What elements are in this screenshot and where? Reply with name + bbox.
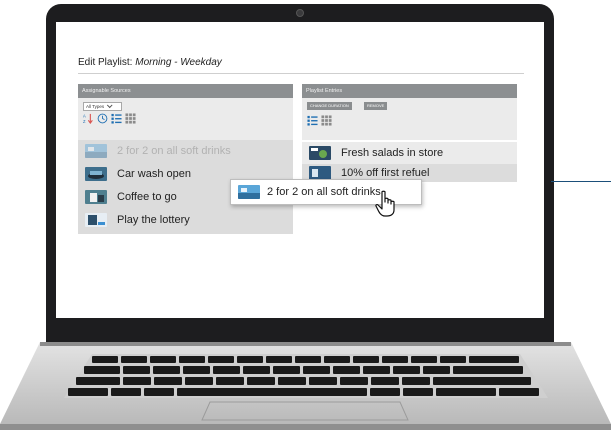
car-wash-thumbnail (85, 167, 107, 181)
lottery-thumbnail (85, 213, 107, 227)
coffee-thumbnail (85, 190, 107, 204)
assignable-sources-header: Assignable Sources (78, 84, 293, 98)
playlist-name: Morning - Weekday (135, 57, 222, 68)
svg-text:A: A (83, 114, 86, 119)
drinks-thumbnail (238, 185, 260, 199)
webcam (296, 9, 304, 17)
list-item-label: Car wash open (117, 168, 191, 180)
remove-button[interactable]: REMOVE (364, 102, 388, 110)
list-item-label: Coffee to go (117, 191, 177, 203)
drag-preview-label: 2 for 2 on all soft drinks (267, 186, 381, 198)
drinks-thumbnail (85, 144, 107, 158)
callout-line (551, 181, 611, 182)
grid-view-icon[interactable] (125, 113, 136, 124)
playlist-entries-toolbar: CHANGE DURATION REMOVE (302, 98, 517, 140)
list-item-label: 2 for 2 on all soft drinks (117, 145, 231, 157)
title-divider (78, 73, 524, 74)
laptop-base (0, 342, 611, 430)
list-item: 2 for 2 on all soft drinks (78, 140, 293, 162)
chevron-down-icon (107, 102, 113, 109)
app-screen: Edit Playlist: Morning - Weekday Assigna… (56, 22, 544, 318)
type-filter-select[interactable]: All Types (83, 102, 122, 111)
list-item-label: Play the lottery (117, 214, 190, 226)
grid-view-icon[interactable] (321, 115, 332, 126)
sort-az-icon[interactable]: A Z (83, 113, 94, 124)
list-view-icon[interactable] (111, 113, 122, 124)
playlist-entries-list: Fresh salads in store 10% off first refu… (302, 140, 517, 184)
laptop-lid: Edit Playlist: Morning - Weekday Assigna… (46, 4, 554, 348)
title-prefix: Edit Playlist: (78, 57, 133, 68)
list-item-label: 10% off first refuel (341, 167, 430, 179)
page-title: Edit Playlist: Morning - Weekday (78, 57, 222, 68)
clock-icon[interactable] (97, 113, 108, 124)
type-filter-value: All Types (86, 104, 105, 109)
salads-thumbnail (309, 146, 331, 160)
svg-text:Z: Z (83, 119, 86, 124)
list-item[interactable]: Fresh salads in store (302, 142, 517, 164)
assignable-sources-toolbar: All Types A Z (78, 98, 293, 140)
list-item[interactable]: Play the lottery (78, 209, 293, 231)
hand-cursor-icon (375, 190, 395, 217)
change-duration-button[interactable]: CHANGE DURATION (307, 102, 352, 110)
playlist-entries-header: Playlist Entries (302, 84, 517, 98)
list-item-label: Fresh salads in store (341, 147, 444, 159)
list-view-icon[interactable] (307, 115, 318, 126)
refuel-thumbnail (309, 166, 331, 180)
